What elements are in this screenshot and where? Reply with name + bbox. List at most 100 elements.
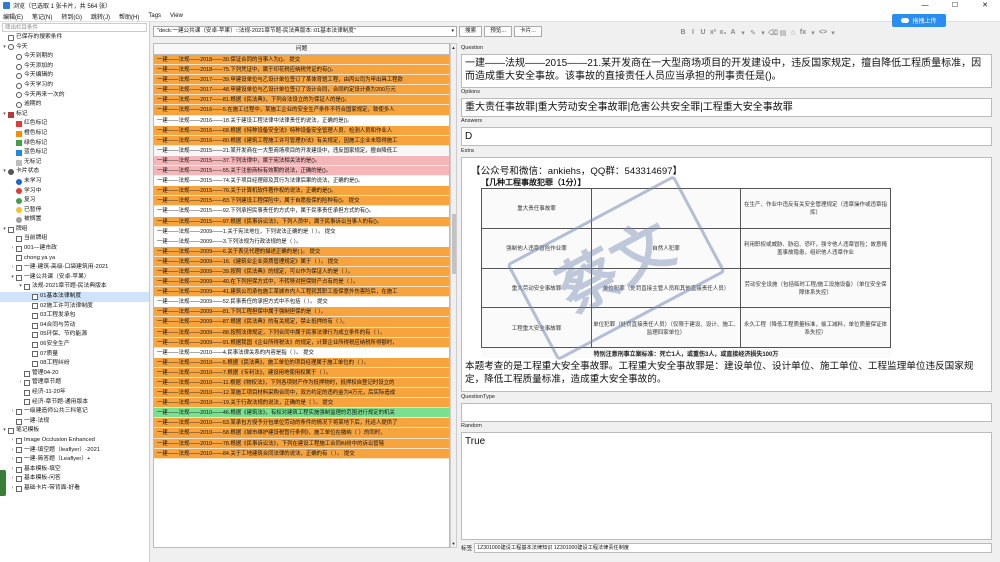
- table-row[interactable]: 一建——法规——2015——97.根据《民事诉讼法》，下列人员中，属于民事诉讼当…: [154, 216, 449, 227]
- maximize-button[interactable]: ☐: [940, 0, 970, 11]
- table-row[interactable]: 一建——法规——2010——78.根据《民事诉讼法》，下列在建设工程施工合同纠纷…: [154, 438, 449, 449]
- sidebar-item[interactable]: 学习中: [0, 187, 149, 197]
- sidebar-item[interactable]: 04合同与劳动: [0, 321, 149, 331]
- chevron-icon[interactable]: ›: [10, 465, 15, 475]
- superscript-icon[interactable]: x²: [708, 29, 718, 37]
- sidebar-item[interactable]: ▾ 卡片状态: [0, 167, 149, 177]
- questiontype-field[interactable]: [461, 403, 992, 422]
- chevron-icon[interactable]: ▾: [2, 110, 7, 120]
- table-row[interactable]: 一建——法规——2010——19.关于行政法规的说法，正确的是（ ）。 提交: [154, 398, 449, 409]
- underline-icon[interactable]: U: [698, 29, 708, 37]
- search-query-input[interactable]: "deck:一建公共课（安卓-苹果）::法规-2021章节题-民法典版本::01…: [153, 26, 457, 37]
- table-row[interactable]: 一建——法规——2010——53.某承包方授予分包单位劳动的条件的情况下将某地下…: [154, 418, 449, 429]
- table-row[interactable]: 一建——法规——2009——88.按照法律规定，下列合同中属于民事法律行为成立条…: [154, 327, 449, 338]
- chevron-icon[interactable]: ›: [10, 446, 15, 456]
- menu-jump[interactable]: 跳转(J): [91, 12, 110, 21]
- table-row[interactable]: 一建——法规——2015——21.某开发商在一大型商场项目的开发建设中，违反国家…: [154, 145, 449, 156]
- chevron-icon[interactable]: ›: [10, 484, 15, 494]
- menu-edit[interactable]: 编辑(E): [3, 12, 23, 21]
- table-row[interactable]: 一建——法规——2018——30.保证合同的当事人为()。 提交: [154, 55, 449, 66]
- chevron-icon[interactable]: ›: [18, 378, 23, 388]
- sidebar-item[interactable]: 经济-章节题-通用版本: [0, 398, 149, 408]
- table-row[interactable]: 一建——法规——2009——52.民事责任的承担方式中不包括（ ）。 提交: [154, 297, 449, 308]
- sidebar-item[interactable]: 当前牌组: [0, 234, 149, 244]
- more-dropdown-icon[interactable]: ▾: [828, 29, 838, 37]
- sidebar-item[interactable]: › 一级建造师公共三科笔记: [0, 407, 149, 417]
- table-row[interactable]: 一建——法规——2010——84.关于工地建筑合同法律的说法，正确的有（ ）。 …: [154, 448, 449, 459]
- table-row[interactable]: 一建——法规——2015——55.关于注册商标有效期的说法，正确的是()。: [154, 166, 449, 177]
- sidebar-item[interactable]: 已暂停: [0, 206, 149, 216]
- sidebar-item[interactable]: 无标记: [0, 158, 149, 168]
- sidebar-item[interactable]: › 一建-建筑-高级-口袋建筑用-2021: [0, 263, 149, 273]
- sidebar-item[interactable]: › 基本模板-问答: [0, 474, 149, 484]
- subscript-icon[interactable]: x₂: [718, 29, 728, 37]
- table-row[interactable]: 一建——法规——2010——7.根据《专利法》，建设用地使用权属于（ ）。: [154, 367, 449, 378]
- chevron-icon[interactable]: ›: [10, 244, 15, 254]
- menu-view[interactable]: View: [170, 13, 183, 19]
- sidebar-item[interactable]: 今天再来一次的: [0, 91, 149, 101]
- table-row[interactable]: 一建——法规——2015——74.关于项目经理部及其行为法律后果的说法，正确的是…: [154, 176, 449, 187]
- sidebar-item[interactable]: ▾ 牌组: [0, 225, 149, 235]
- sidebar-item[interactable]: 02施工许可法律制度: [0, 302, 149, 312]
- chevron-icon[interactable]: ▾: [2, 426, 7, 436]
- menu-go[interactable]: 转到(G): [61, 12, 82, 21]
- chevron-icon[interactable]: ▾: [2, 43, 7, 53]
- sidebar-item[interactable]: ▾ 一建公共课（安卓-苹果）: [0, 273, 149, 283]
- drag-upload-button[interactable]: 拖拽上传: [892, 14, 946, 27]
- scroll-thumb[interactable]: [452, 214, 456, 274]
- sidebar-item[interactable]: 今天学习的: [0, 81, 149, 91]
- table-row[interactable]: 一建——法规——2010——5.根据《民法典》，施工单位的项目经理属于施工单位的…: [154, 357, 449, 368]
- table-row[interactable]: 一建——法规——2015——37.下列法律中，属于宪法相关法的是()。: [154, 155, 449, 167]
- clear-format-icon[interactable]: ⌫: [768, 29, 778, 37]
- sidebar-item[interactable]: › 001—建市政: [0, 244, 149, 254]
- table-row[interactable]: 一建——法规——2009——3.下列法规为行政法规的是（ ）。: [154, 236, 449, 247]
- chevron-icon[interactable]: ›: [10, 474, 15, 484]
- minimize-button[interactable]: —: [910, 0, 940, 11]
- html-editor-icon[interactable]: <>: [818, 29, 828, 37]
- table-row[interactable]: 一建——法规——2015——83.下列建设工程保险中，属于自愿投保的险种有()。…: [154, 196, 449, 207]
- sidebar-item[interactable]: 未学习: [0, 177, 149, 187]
- chevron-icon[interactable]: ▾: [18, 282, 23, 292]
- sidebar-search-input[interactable]: 筛出栏目条件: [2, 23, 147, 32]
- font-color-icon[interactable]: A: [728, 29, 738, 37]
- sidebar-item[interactable]: 管理04-20: [0, 369, 149, 379]
- table-row[interactable]: 一建——法规——2015——76.关于计算机软件著作权的说法，正确的是()。: [154, 186, 449, 197]
- chevron-icon[interactable]: ▾: [2, 225, 7, 235]
- highlight-dropdown-icon[interactable]: ▾: [758, 29, 768, 37]
- table-row[interactable]: 一建——法规——2009——6.关于表见代理的描述正确的是( )。 提交: [154, 246, 449, 257]
- scroll-down-icon[interactable]: ▼: [451, 541, 456, 546]
- table-row[interactable]: 一建——法规——2009——81.下列工程担保中属于强制担保的是（ ）。: [154, 307, 449, 318]
- table-row[interactable]: 一建——法规——2010——12.某施工项目材料采购合同中，双方约定的违约金为4…: [154, 388, 449, 399]
- options-field[interactable]: 重大责任事故罪|重大劳动安全事故罪|危害公共安全罪|工程重大安全事故罪: [461, 98, 992, 117]
- column-header-question[interactable]: 问题: [154, 44, 449, 55]
- formula-icon[interactable]: fx: [798, 29, 808, 37]
- table-row[interactable]: 一建——法规——2017——48.甲建设单位与乙设计单位签订了设计合同，合同约定…: [154, 85, 449, 96]
- question-field[interactable]: 一建——法规——2015——21.某开发商在一大型商场项目的开发建设中，违反国家…: [461, 54, 992, 88]
- italic-icon[interactable]: I: [688, 29, 698, 37]
- sidebar-item[interactable]: ▾ 今天: [0, 43, 149, 53]
- table-row[interactable]: 一建——法规——2017——81.根据《民法典》，下列合法设立的为保证人的是()…: [154, 95, 449, 106]
- chevron-icon[interactable]: ›: [10, 436, 15, 446]
- table-row[interactable]: 一建——法规——2009——87.根据《民法典》的有关规定，禁止抵押的有（ ）。: [154, 317, 449, 328]
- random-field[interactable]: True: [461, 432, 992, 540]
- chevron-icon[interactable]: ›: [10, 455, 15, 465]
- search-button[interactable]: 搜索: [459, 26, 483, 37]
- table-row[interactable]: 一建——法规——2016——5.在施工过程中，某施工企业的安全生产条件不符合国家…: [154, 105, 449, 116]
- chevron-icon[interactable]: ›: [10, 407, 15, 417]
- sidebar-item[interactable]: 05环保、节约能源: [0, 330, 149, 340]
- sidebar-item[interactable]: 今天添加的: [0, 62, 149, 72]
- sidebar-item[interactable]: 01基本法律制度: [0, 292, 149, 302]
- table-row[interactable]: 一建——法规——2015——92.下列承担民事责任的方式中，属于民事责任承担方式…: [154, 206, 449, 217]
- table-row[interactable]: 一建——法规——2016——68.根据《特种设备安全法》特种设备安全管理人员、检…: [154, 125, 449, 136]
- sidebar-item[interactable]: ▾ 笔记模板: [0, 426, 149, 436]
- chevron-icon[interactable]: ›: [10, 263, 15, 273]
- table-row[interactable]: 一建——法规——2009——1.关于宪法地位，下列说法正确的是（ ）。 提交: [154, 226, 449, 237]
- chevron-icon[interactable]: ▾: [10, 273, 15, 283]
- tags-input[interactable]: 1Z301000建设工程基本法律知识 1Z301000建设工程法律责任制度: [474, 543, 992, 553]
- table-row[interactable]: 一建——法规——2016——18.关于建设工程法律中法律责任的说法，正确的是()…: [154, 115, 449, 126]
- sidebar-item[interactable]: 今天编辑的: [0, 71, 149, 81]
- table-row[interactable]: 一建——法规——2009——16.《建筑业企业资质管理规定》属于（ ）。 提交: [154, 256, 449, 267]
- attach-icon[interactable]: ▤: [778, 29, 788, 37]
- color-dropdown-icon[interactable]: ▾: [738, 29, 748, 37]
- table-row[interactable]: 一建——法规——2009——40.在下列担保方式中，不转移对担保财产占有的是（ …: [154, 277, 449, 288]
